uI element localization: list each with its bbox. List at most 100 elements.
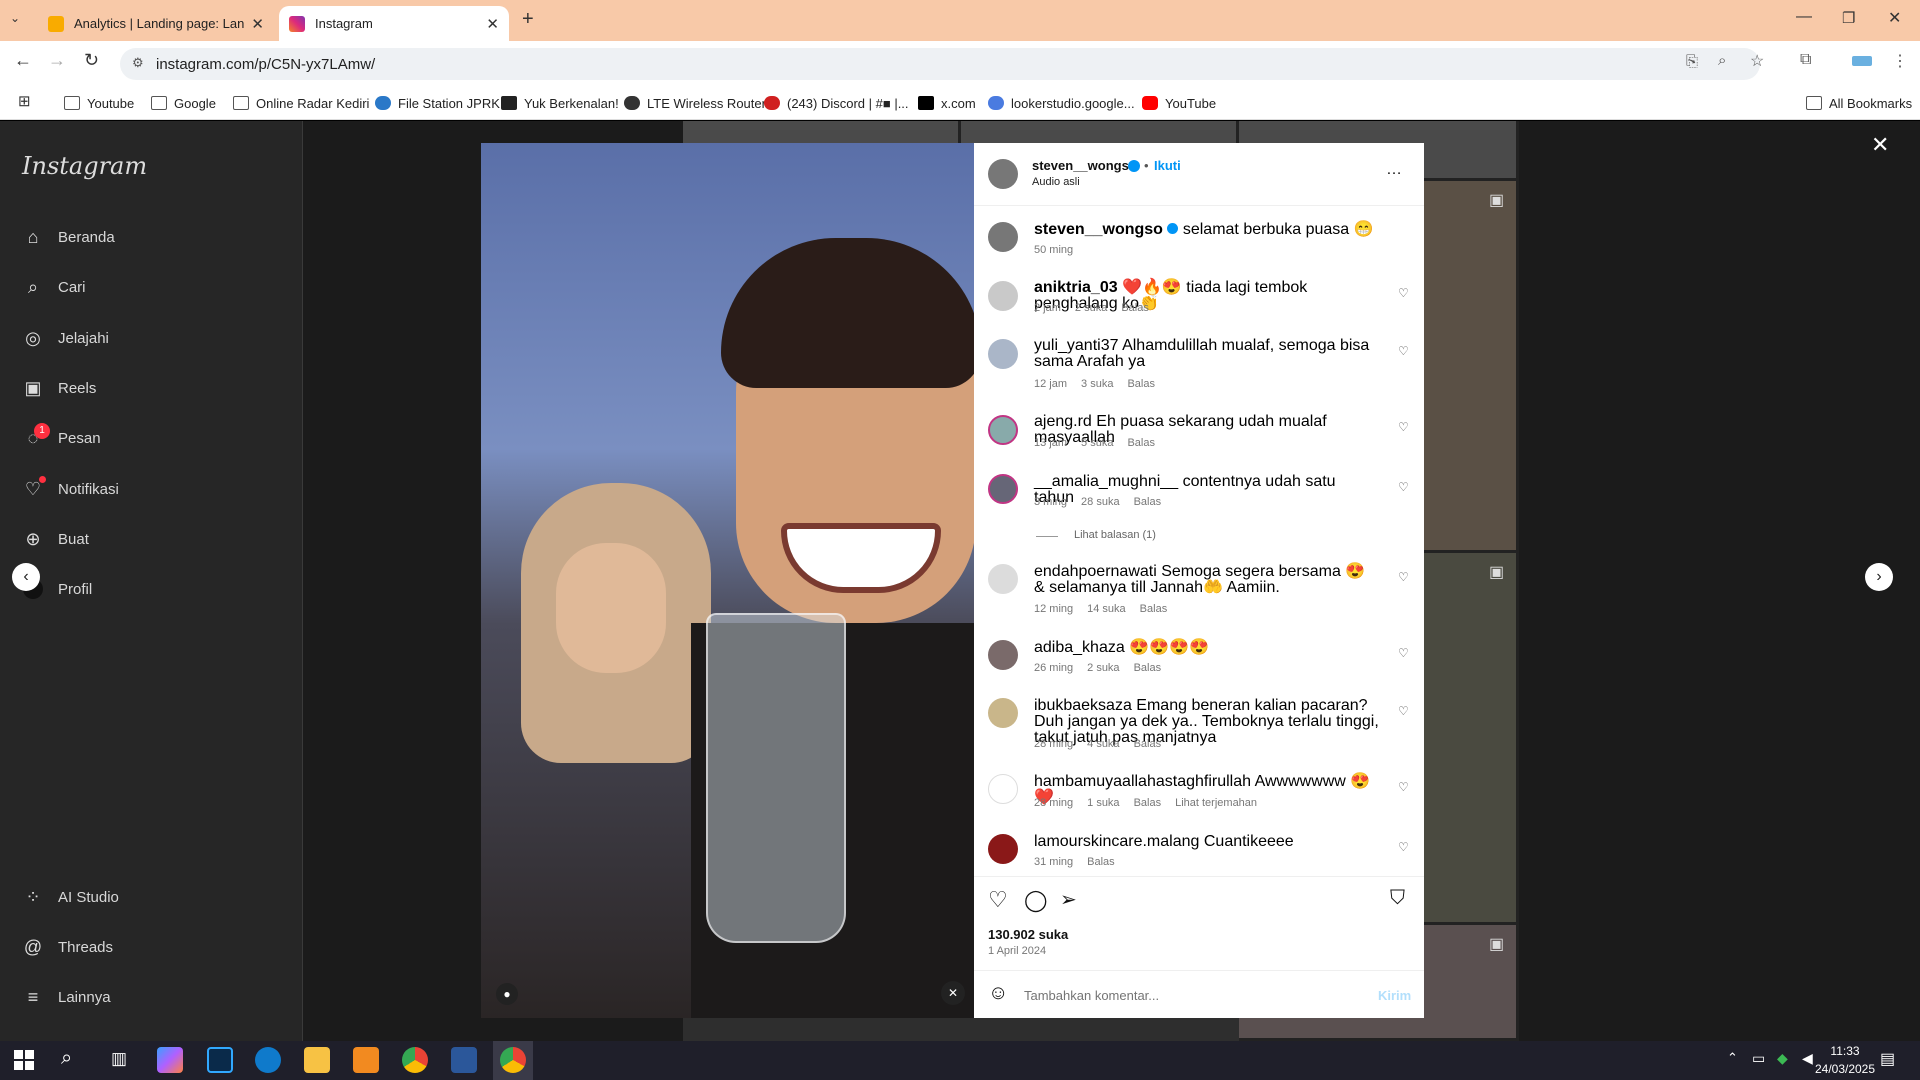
reply-button[interactable]: Balas bbox=[1134, 738, 1162, 750]
search-icon[interactable]: ⌕ bbox=[61, 1047, 72, 1070]
like-comment-icon[interactable]: ♡ bbox=[1398, 344, 1409, 358]
copilot-icon[interactable] bbox=[157, 1047, 183, 1073]
comment-user[interactable]: lamourskincare.malang bbox=[1034, 833, 1199, 850]
comment-user[interactable]: hambamuyaallahastaghfirullah bbox=[1034, 773, 1251, 790]
comment-user[interactable]: __amalia_mughni__ bbox=[1034, 473, 1178, 490]
like-comment-icon[interactable]: ♡ bbox=[1398, 286, 1409, 300]
follow-button[interactable]: Ikuti bbox=[1154, 158, 1181, 173]
emoji-icon[interactable]: ☺ bbox=[988, 982, 1008, 1005]
likes[interactable]: 28 suka bbox=[1081, 496, 1120, 508]
avatar[interactable] bbox=[988, 774, 1018, 804]
instagram-logo[interactable]: Instagram bbox=[22, 152, 147, 180]
like-comment-icon[interactable]: ♡ bbox=[1398, 704, 1409, 718]
translate-button[interactable]: Lihat terjemahan bbox=[1175, 797, 1257, 809]
sidebar-item-buat[interactable]: ⊕ Buat bbox=[22, 528, 88, 550]
avatar[interactable] bbox=[988, 474, 1018, 504]
tab-search-icon[interactable]: ⌄ bbox=[10, 11, 20, 25]
audio-label[interactable]: Audio asli bbox=[1032, 176, 1080, 188]
likes-count[interactable]: 130.902 suka bbox=[988, 927, 1068, 942]
file-explorer-icon[interactable] bbox=[304, 1047, 330, 1073]
like-comment-icon[interactable]: ♡ bbox=[1398, 480, 1409, 494]
comment-user[interactable]: ajeng.rd bbox=[1034, 413, 1092, 430]
bookmark-lookerstudio[interactable]: lookerstudio.google... bbox=[988, 91, 1135, 115]
site-info-icon[interactable]: ⚙ bbox=[132, 55, 144, 71]
sidebar-item-lainnya[interactable]: ≡ Lainnya bbox=[22, 986, 111, 1008]
mute-icon[interactable]: ✕ bbox=[941, 981, 965, 1005]
bookmark-lte-router[interactable]: LTE Wireless Router bbox=[624, 91, 766, 115]
post-video[interactable]: ● ✕ bbox=[481, 143, 974, 1018]
avatar[interactable] bbox=[988, 834, 1018, 864]
avatar[interactable] bbox=[988, 415, 1018, 445]
like-comment-icon[interactable]: ♡ bbox=[1398, 646, 1409, 660]
apps-grid-icon[interactable]: ⊞ bbox=[18, 92, 31, 110]
likes[interactable]: 4 suka bbox=[1087, 738, 1119, 750]
likes[interactable]: 2 suka bbox=[1087, 662, 1119, 674]
reply-button[interactable]: Balas bbox=[1134, 797, 1162, 809]
chrome-icon[interactable] bbox=[402, 1047, 428, 1073]
close-modal-icon[interactable]: ✕ bbox=[1871, 132, 1889, 158]
restore-icon[interactable]: ❐ bbox=[1842, 9, 1855, 27]
sidebar-item-ai-studio[interactable]: ⁘ AI Studio bbox=[22, 886, 118, 908]
shield-icon[interactable]: ◆ bbox=[1777, 1050, 1788, 1067]
bookmark-youtube-folder[interactable]: Youtube bbox=[64, 91, 134, 115]
close-window-icon[interactable]: ✕ bbox=[1888, 8, 1901, 28]
likes[interactable]: 3 suka bbox=[1081, 378, 1113, 390]
close-tab-icon[interactable]: ✕ bbox=[486, 15, 499, 33]
previous-post-button[interactable]: ‹ bbox=[12, 563, 40, 591]
avatar[interactable] bbox=[988, 339, 1018, 369]
bookmark-discord[interactable]: (243) Discord | #■ |... bbox=[764, 91, 909, 115]
forward-icon[interactable]: → bbox=[48, 50, 66, 71]
comment-user[interactable]: adiba_khaza bbox=[1034, 639, 1125, 656]
bookmark-online-radar[interactable]: Online Radar Kediri bbox=[233, 91, 369, 115]
back-icon[interactable]: ← bbox=[14, 50, 32, 71]
view-replies-button[interactable]: Lihat balasan (1) bbox=[1074, 529, 1156, 541]
reply-button[interactable]: Balas bbox=[1134, 662, 1162, 674]
likes[interactable]: 1 suka bbox=[1087, 797, 1119, 809]
avatar[interactable] bbox=[988, 281, 1018, 311]
tray-chevron-icon[interactable]: ⌃ bbox=[1727, 1050, 1738, 1066]
tab-analytics[interactable]: Analytics | Landing page: Landi ✕ bbox=[38, 6, 274, 41]
sidebar-item-beranda[interactable]: ⌂ Beranda bbox=[22, 226, 115, 248]
sidebar-item-jelajahi[interactable]: ◎ Jelajahi bbox=[22, 327, 109, 349]
close-tab-icon[interactable]: ✕ bbox=[251, 15, 264, 33]
avatar[interactable] bbox=[988, 698, 1018, 728]
notification-center-icon[interactable]: ▤ bbox=[1880, 1049, 1895, 1069]
reload-icon[interactable]: ↻ bbox=[84, 50, 99, 71]
photoshop-icon[interactable] bbox=[207, 1047, 233, 1073]
chrome-icon[interactable] bbox=[500, 1047, 526, 1073]
bookmark-google[interactable]: Google bbox=[151, 91, 216, 115]
profile-icon[interactable] bbox=[1852, 56, 1872, 66]
more-options-icon[interactable]: … bbox=[1386, 161, 1402, 179]
add-comment-input[interactable] bbox=[1024, 983, 1364, 1007]
app-icon[interactable] bbox=[353, 1047, 379, 1073]
reply-button[interactable]: Balas bbox=[1127, 378, 1155, 390]
bookmark-file-station[interactable]: File Station JPRK bbox=[375, 91, 500, 115]
windows-start-icon[interactable] bbox=[14, 1050, 34, 1070]
clock-date[interactable]: 24/03/2025 bbox=[1797, 1062, 1893, 1076]
extensions-icon[interactable]: ⧉ bbox=[1800, 51, 1811, 69]
bookmark-youtube[interactable]: YouTube bbox=[1142, 91, 1216, 115]
send-comment-button[interactable]: Kirim bbox=[1378, 988, 1411, 1003]
next-post-button[interactable]: › bbox=[1865, 563, 1893, 591]
avatar[interactable] bbox=[988, 564, 1018, 594]
tagged-user-icon[interactable]: ● bbox=[496, 983, 518, 1005]
like-icon[interactable]: ♡ bbox=[988, 887, 1008, 913]
sidebar-item-notifikasi[interactable]: ♡ Notifikasi bbox=[22, 478, 119, 500]
avatar[interactable] bbox=[988, 222, 1018, 252]
bookmark-yuk-berkenalan[interactable]: Yuk Berkenalan! bbox=[501, 91, 619, 115]
network-icon[interactable]: ▭ bbox=[1752, 1050, 1765, 1067]
zoom-icon[interactable]: ⌕ bbox=[1718, 52, 1726, 69]
share-icon[interactable]: ➢ bbox=[1060, 887, 1077, 912]
bookmark-x[interactable]: x.com bbox=[918, 91, 976, 115]
reply-button[interactable]: Balas bbox=[1134, 496, 1162, 508]
task-view-icon[interactable]: ▥ bbox=[111, 1049, 127, 1069]
sidebar-item-reels[interactable]: ▣ Reels bbox=[22, 377, 96, 399]
reply-button[interactable]: Balas bbox=[1127, 437, 1155, 449]
minimize-icon[interactable]: — bbox=[1796, 8, 1812, 26]
save-icon[interactable]: ⛉ bbox=[1390, 887, 1405, 910]
like-comment-icon[interactable]: ♡ bbox=[1398, 570, 1409, 584]
sidebar-item-threads[interactable]: @ Threads bbox=[22, 936, 113, 958]
comment-user[interactable]: endahpoernawati bbox=[1034, 563, 1157, 580]
new-tab-icon[interactable]: + bbox=[522, 8, 534, 31]
clock-time[interactable]: 11:33 bbox=[1815, 1044, 1875, 1058]
